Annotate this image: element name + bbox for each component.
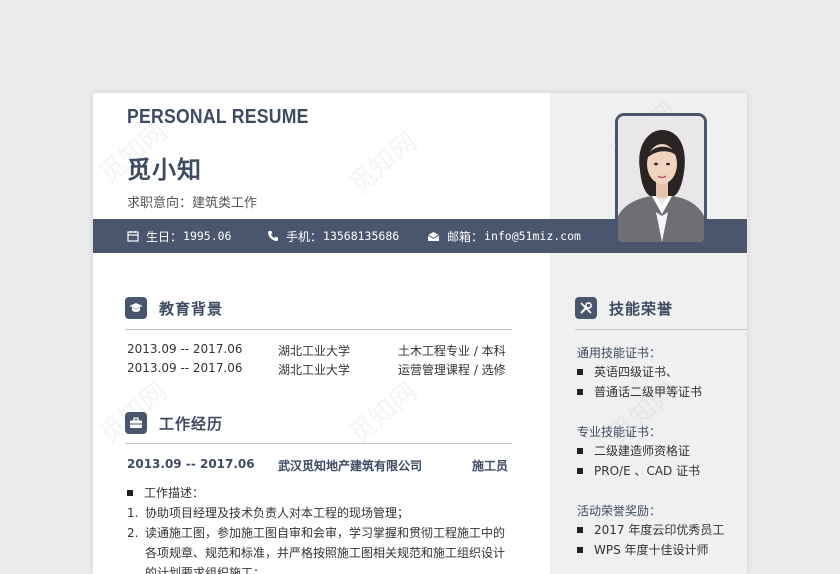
work-desc-item-continued: 的计划要求组织施工； bbox=[145, 566, 266, 574]
square-bullet-icon bbox=[577, 546, 583, 553]
phone-value[interactable]: 13568135686 bbox=[323, 229, 399, 243]
resume-title: PERSONAL RESUME bbox=[127, 106, 309, 128]
envelope-icon bbox=[427, 231, 440, 242]
square-bullet-icon bbox=[127, 489, 133, 496]
briefcase-icon bbox=[125, 412, 147, 434]
email-label: 邮箱： bbox=[447, 229, 484, 244]
edu-school: 湖北工业大学 bbox=[278, 363, 351, 377]
watermark: 觅知网 bbox=[344, 126, 424, 200]
tools-icon bbox=[575, 297, 597, 319]
work-entry-header: 2013.09 -- 2017.06 武汉觅知地产建筑有限公司 施工员 bbox=[127, 457, 517, 475]
work-heading: 工作经历 bbox=[125, 412, 223, 434]
resume-page: 觅知网 觅知网 觅知网 觅知网 觅知网 觅知网 PERSONAL RESUME … bbox=[93, 93, 747, 574]
edu-period: 2013.09 -- 2017.06 bbox=[127, 361, 243, 375]
birthday-value: 1995.06 bbox=[183, 229, 232, 243]
skill-item: WPS 年度十佳设计师 bbox=[577, 541, 709, 558]
edu-period: 2013.09 -- 2017.06 bbox=[127, 342, 243, 356]
work-desc-item: 2. 读通施工图，参加施工图自审和会审，学习掌握和贯彻工程施工中的 bbox=[127, 526, 506, 540]
profile-photo bbox=[615, 113, 707, 245]
graduation-cap-icon bbox=[125, 297, 147, 319]
work-divider bbox=[125, 443, 512, 444]
skills-title: 技能荣誉 bbox=[609, 299, 674, 318]
square-bullet-icon bbox=[577, 388, 583, 395]
skill-item: 普通话二级甲等证书 bbox=[577, 383, 702, 400]
education-divider bbox=[125, 329, 512, 330]
education-heading: 教育背景 bbox=[125, 297, 223, 319]
candidate-name: 觅小知 bbox=[127, 156, 202, 184]
work-position: 施工员 bbox=[472, 459, 509, 473]
phone-label: 手机： bbox=[286, 229, 323, 244]
skills-divider bbox=[575, 329, 747, 330]
portrait-image bbox=[618, 116, 704, 242]
skill-item: 2017 年度云印优秀员工 bbox=[577, 521, 724, 538]
work-desc-item: 1. 协助项目经理及技术负责人对本工程的现场管理； bbox=[127, 506, 410, 520]
skill-item: 英语四级证书、 bbox=[577, 363, 678, 380]
birthday-item: 生日： 1995.06 bbox=[127, 219, 231, 253]
skill-category: 专业技能证书： bbox=[577, 425, 662, 439]
skill-category: 通用技能证书： bbox=[577, 346, 662, 360]
phone-item: 手机： 13568135686 bbox=[267, 219, 399, 253]
square-bullet-icon bbox=[577, 526, 583, 533]
phone-icon bbox=[267, 230, 279, 242]
email-item: 邮箱： info@51miz.com bbox=[427, 219, 581, 253]
job-objective: 求职意向：建筑类工作 bbox=[127, 196, 258, 211]
edu-major: 运营管理课程 / 选修 bbox=[398, 363, 506, 377]
education-row: 2013.09 -- 2017.06 湖北工业大学 运营管理课程 / 选修 bbox=[127, 361, 517, 379]
work-company: 武汉觅知地产建筑有限公司 bbox=[278, 459, 423, 473]
calendar-icon bbox=[127, 230, 139, 242]
edu-school: 湖北工业大学 bbox=[278, 344, 351, 358]
square-bullet-icon bbox=[577, 368, 583, 375]
education-title: 教育背景 bbox=[159, 299, 224, 318]
skills-heading: 技能荣誉 bbox=[575, 297, 673, 319]
skill-category: 活动荣誉奖励： bbox=[577, 504, 662, 518]
email-value[interactable]: info@51miz.com bbox=[484, 229, 581, 243]
work-period: 2013.09 -- 2017.06 bbox=[127, 457, 255, 471]
skill-item: PRO/E 、CAD 证书 bbox=[577, 462, 700, 479]
square-bullet-icon bbox=[577, 447, 583, 454]
work-desc-item-continued: 各项规章、规范和标准，并严格按照施工图相关规范和施工组织设计 bbox=[145, 546, 506, 560]
birthday-label: 生日： bbox=[146, 229, 183, 244]
edu-major: 土木工程专业 / 本科 bbox=[398, 344, 506, 358]
square-bullet-icon bbox=[577, 467, 583, 474]
work-title: 工作经历 bbox=[159, 414, 224, 433]
work-desc-label: 工作描述： bbox=[127, 484, 204, 501]
watermark: 觅知网 bbox=[344, 376, 424, 450]
education-row: 2013.09 -- 2017.06 湖北工业大学 土木工程专业 / 本科 bbox=[127, 342, 517, 360]
skill-item: 二级建造师资格证 bbox=[577, 442, 690, 459]
